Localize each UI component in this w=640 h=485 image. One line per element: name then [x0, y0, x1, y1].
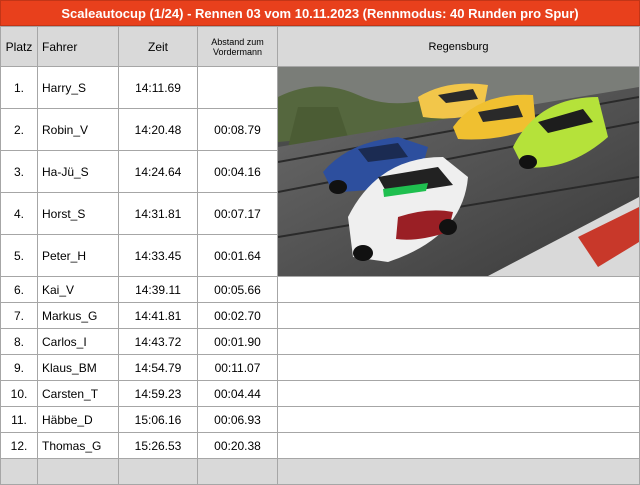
cell-abstand: 00:11.07 [197, 354, 278, 381]
cell-abstand: 00:20.38 [197, 432, 278, 459]
cell-fahrer: Harry_S [37, 66, 119, 109]
cell-platz: 7. [0, 302, 38, 329]
footer-cell-platz [0, 458, 38, 485]
cell-fahrer: Häbbe_D [37, 406, 119, 433]
cell-platz: 1. [0, 66, 38, 109]
cell-zeit: 14:59.23 [118, 380, 198, 407]
footer-cell-zeit [118, 458, 198, 485]
cell-platz: 6. [0, 276, 38, 303]
cell-abstand: 00:02.70 [197, 302, 278, 329]
cell-abstand: 00:07.17 [197, 192, 278, 235]
footer-cell-location [277, 458, 640, 485]
cell-abstand: 00:04.16 [197, 150, 278, 193]
cell-zeit: 14:43.72 [118, 328, 198, 355]
cell-empty [277, 432, 640, 459]
cell-fahrer: Klaus_BM [37, 354, 119, 381]
cell-platz: 9. [0, 354, 38, 381]
cell-fahrer: Peter_H [37, 234, 119, 277]
cell-empty [277, 276, 640, 303]
cell-empty [277, 302, 640, 329]
race-photo [277, 66, 640, 277]
cell-zeit: 14:33.45 [118, 234, 198, 277]
footer-cell-abstand [197, 458, 278, 485]
cell-empty [277, 380, 640, 407]
cell-platz: 3. [0, 150, 38, 193]
cell-abstand: 00:04.44 [197, 380, 278, 407]
race-title: Scaleautocup (1/24) - Rennen 03 vom 10.1… [0, 0, 640, 26]
cell-platz: 4. [0, 192, 38, 235]
cell-abstand: 00:01.90 [197, 328, 278, 355]
cell-abstand: 00:08.79 [197, 108, 278, 151]
results-sheet: Scaleautocup (1/24) - Rennen 03 vom 10.1… [0, 0, 640, 485]
cell-platz: 11. [0, 406, 38, 433]
cell-fahrer: Thomas_G [37, 432, 119, 459]
cell-empty [277, 406, 640, 433]
cell-platz: 5. [0, 234, 38, 277]
cell-platz: 2. [0, 108, 38, 151]
cell-zeit: 14:31.81 [118, 192, 198, 235]
cell-zeit: 14:54.79 [118, 354, 198, 381]
header-abstand-line1: Abstand zum [211, 36, 264, 47]
header-abstand-line2: Vordermann [212, 46, 263, 57]
cell-fahrer: Ha-Jü_S [37, 150, 119, 193]
cell-zeit: 14:11.69 [118, 66, 198, 109]
footer-cell-fahrer [37, 458, 119, 485]
cell-abstand: 00:06.93 [197, 406, 278, 433]
cell-zeit: 15:26.53 [118, 432, 198, 459]
cell-fahrer: Kai_V [37, 276, 119, 303]
header-platz: Platz [0, 26, 38, 67]
cell-zeit: 14:20.48 [118, 108, 198, 151]
cell-platz: 10. [0, 380, 38, 407]
cell-empty [277, 354, 640, 381]
cell-zeit: 14:24.64 [118, 150, 198, 193]
slot-cars-image [278, 67, 639, 276]
cell-zeit: 14:39.11 [118, 276, 198, 303]
cell-abstand: 00:01.64 [197, 234, 278, 277]
header-location: Regensburg [277, 26, 640, 67]
cell-fahrer: Carsten_T [37, 380, 119, 407]
header-fahrer: Fahrer [37, 26, 119, 67]
cell-abstand: 00:05.66 [197, 276, 278, 303]
header-abstand: Abstand zum Vordermann [197, 26, 278, 67]
cell-abstand [197, 66, 278, 109]
cell-fahrer: Carlos_I [37, 328, 119, 355]
cell-fahrer: Markus_G [37, 302, 119, 329]
cell-fahrer: Robin_V [37, 108, 119, 151]
header-zeit: Zeit [118, 26, 198, 67]
cell-platz: 12. [0, 432, 38, 459]
cell-zeit: 14:41.81 [118, 302, 198, 329]
cell-zeit: 15:06.16 [118, 406, 198, 433]
cell-platz: 8. [0, 328, 38, 355]
cell-empty [277, 328, 640, 355]
cell-fahrer: Horst_S [37, 192, 119, 235]
